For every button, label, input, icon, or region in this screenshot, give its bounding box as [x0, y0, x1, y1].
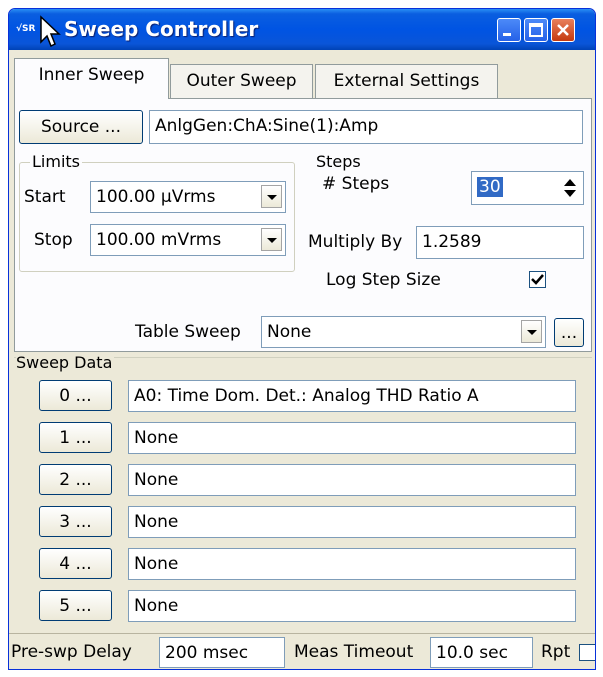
table-sweep-label: Table Sweep [135, 322, 241, 342]
sweep-data-button-4[interactable]: 4 ... [39, 548, 112, 579]
limits-group: Limits Start 100.00 µVrms Stop 100.00 mV… [19, 152, 295, 272]
stop-label: Stop [34, 230, 73, 250]
table-sweep-field[interactable]: None [261, 316, 546, 348]
stop-field[interactable]: 100.00 mVrms [90, 224, 286, 256]
limits-group-title: Limits [30, 152, 82, 172]
start-label: Start [24, 187, 66, 207]
table-sweep-dropdown-button[interactable] [521, 320, 542, 343]
source-field[interactable]: AnlgGen:ChA:Sine(1):Amp [149, 110, 583, 144]
inner-sweep-panel: Source ... AnlgGen:ChA:Sine(1):Amp Limit… [14, 98, 592, 352]
checkmark-icon [531, 274, 544, 285]
spinner-arrows-icon[interactable] [563, 178, 577, 198]
close-icon [557, 24, 569, 36]
chevron-down-icon [267, 195, 277, 200]
sweep-data-field-2[interactable]: None [128, 464, 576, 496]
maximize-icon [529, 23, 543, 37]
sweep-data-button-3[interactable]: 3 ... [39, 506, 112, 537]
sweep-data-button-2[interactable]: 2 ... [39, 464, 112, 495]
multiply-field[interactable]: 1.2589 [416, 226, 584, 259]
mouse-cursor-icon [40, 15, 61, 48]
chevron-down-icon [267, 238, 277, 243]
steps-group: Steps # Steps 30 Multiply By 1.2589 Log … [308, 152, 585, 290]
sweep-data-button-5[interactable]: 5 ... [39, 590, 112, 621]
steps-label: # Steps [322, 174, 390, 194]
srs-app-icon[interactable]: √SR [16, 21, 38, 38]
status-bar: Pre-swp Delay 200 msec Meas Timeout 10.0… [9, 633, 595, 669]
steps-value[interactable]: 30 [477, 177, 503, 197]
stop-value: 100.00 mVrms [96, 230, 222, 250]
rpt-checkbox[interactable] [579, 644, 595, 661]
pre-delay-label: Pre-swp Delay [11, 642, 132, 662]
steps-spinner[interactable]: 30 [471, 171, 584, 205]
steps-group-title: Steps [314, 152, 363, 172]
title-bar[interactable]: √SR Sweep Controller [9, 9, 595, 50]
sweep-data-button-0[interactable]: 0 ... [39, 380, 112, 411]
start-field[interactable]: 100.00 µVrms [90, 181, 286, 213]
window-title: Sweep Controller [64, 17, 259, 41]
pre-delay-field[interactable]: 200 msec [159, 637, 285, 668]
tab-external-settings[interactable]: External Settings [315, 64, 498, 98]
stop-dropdown-button[interactable] [261, 228, 282, 251]
sweep-data-field-1[interactable]: None [128, 422, 576, 454]
table-sweep-browse-button[interactable]: ... [554, 318, 584, 347]
sweep-data-field-3[interactable]: None [128, 506, 576, 538]
sweep-data-title: Sweep Data [16, 353, 115, 372]
sweep-data-field-5[interactable]: None [128, 590, 576, 622]
log-step-checkbox[interactable] [529, 271, 546, 288]
sweep-data-button-1[interactable]: 1 ... [39, 422, 112, 453]
log-step-label: Log Step Size [326, 270, 441, 290]
close-button[interactable] [551, 18, 575, 42]
meas-timeout-label: Meas Timeout [294, 642, 414, 662]
sweep-data-field-4[interactable]: None [128, 548, 576, 580]
multiply-label: Multiply By [308, 232, 403, 252]
sweep-data-field-0[interactable]: A0: Time Dom. Det.: Analog THD Ratio A [128, 380, 576, 412]
chevron-down-icon [527, 330, 537, 335]
minimize-icon [503, 33, 511, 36]
sweep-data-group: Sweep Data 0 ... A0: Time Dom. Det.: Ana… [14, 353, 592, 632]
minimize-button[interactable] [497, 18, 521, 42]
maximize-button[interactable] [524, 18, 548, 42]
tab-outer-sweep[interactable]: Outer Sweep [170, 64, 313, 98]
start-value: 100.00 µVrms [96, 187, 216, 207]
source-button[interactable]: Source ... [19, 110, 143, 144]
meas-timeout-field[interactable]: 10.0 sec [430, 637, 533, 668]
table-sweep-value: None [267, 322, 312, 342]
start-dropdown-button[interactable] [261, 185, 282, 208]
tab-inner-sweep[interactable]: Inner Sweep [14, 58, 169, 99]
rpt-label: Rpt [541, 642, 571, 662]
sweep-controller-window: √SR Sweep Controller Inner Sweep Outer S… [8, 8, 596, 670]
